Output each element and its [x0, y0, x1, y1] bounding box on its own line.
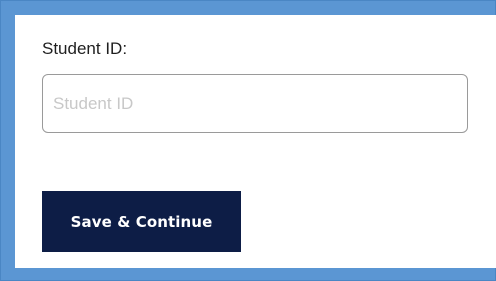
save-and-continue-button[interactable]: Save & Continue — [42, 191, 241, 252]
student-id-label: Student ID: — [42, 39, 128, 58]
student-id-input[interactable] — [42, 74, 468, 133]
form-card: Student ID: Save & Continue — [15, 15, 496, 268]
outer-frame: Student ID: Save & Continue — [0, 0, 496, 281]
